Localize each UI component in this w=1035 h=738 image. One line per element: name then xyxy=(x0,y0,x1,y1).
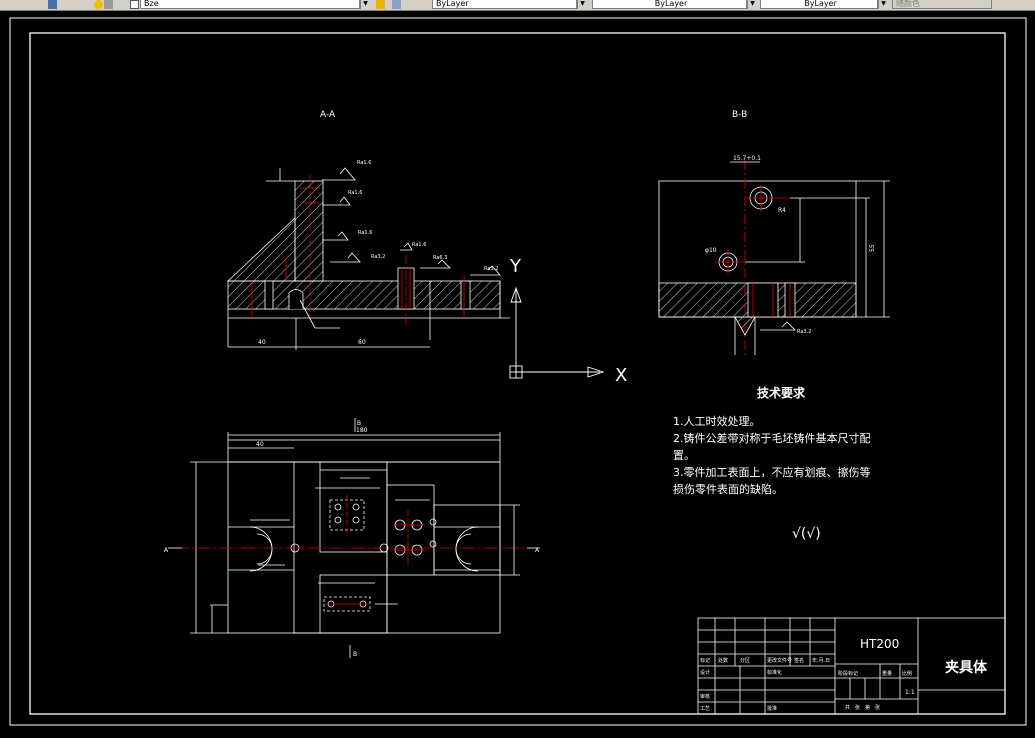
title-review: 审核 xyxy=(700,693,710,700)
layer-dropdown-value: Bze xyxy=(144,0,159,8)
material-text: HT200 xyxy=(860,637,899,651)
toolbar: Bze ▼ ByLayer ▼ ByLayer ▼ ByLayer ▼ 随颜色 xyxy=(0,0,1035,11)
color-dropdown[interactable]: ByLayer xyxy=(432,0,577,9)
title-ratio: 比例 xyxy=(902,670,912,677)
aa-roughness-5: Ra1.6 xyxy=(412,242,426,248)
bb-dim-hole: φ10 xyxy=(705,247,717,254)
chevron-down-icon[interactable]: ▼ xyxy=(577,0,587,9)
bb-dim-right: 55 xyxy=(869,244,876,252)
title-weight: 重量 xyxy=(882,670,892,677)
color-dropdown-value: ByLayer xyxy=(436,0,469,8)
plan-dim-top: 180 xyxy=(356,427,368,434)
ucs-x-label: X xyxy=(615,365,627,386)
plan-dim-top-left: 40 xyxy=(256,441,264,448)
tech-note-5: 损伤零件表面的缺陷。 xyxy=(673,482,783,496)
title-process: 工艺 xyxy=(700,706,710,712)
title-std: 标准化 xyxy=(767,669,782,676)
tech-note-1: 1.人工时效处理。 xyxy=(673,414,761,428)
plotstyle-dropdown[interactable]: 随颜色 xyxy=(892,0,992,9)
scale-text: 1:1 xyxy=(905,689,915,696)
layer-dropdown[interactable]: Bze xyxy=(140,0,360,9)
plan-view-mark-bottom: B xyxy=(353,651,357,658)
title-approve: 批准 xyxy=(767,705,777,712)
title-block: HT200 夹具体 1:1 标记 处数 分区 更改文件号 签名 年.月.日 设计… xyxy=(697,617,1006,715)
tech-note-4: 3.零件加工表面上，不应有划痕、擦伤等 xyxy=(673,465,871,479)
bb-dim-top: 15.7+0.1 xyxy=(733,155,761,162)
layer-state-icon[interactable] xyxy=(48,0,57,9)
plotstyle-dropdown-value: 随颜色 xyxy=(896,0,920,8)
roughness-symbol: √(√) xyxy=(792,526,821,542)
tech-note-3: 置。 xyxy=(673,449,695,462)
title-doc-no: 更改文件号 xyxy=(767,657,792,664)
sun-icon[interactable] xyxy=(94,0,103,9)
drawing-canvas[interactable]: A-A 40 60 Ra1.6 Ra1.6 Ra1.6 Ra3.2 Ra1.6 … xyxy=(0,11,1035,738)
plan-view-mark-top: B xyxy=(357,420,361,427)
section-aa-view: A-A 40 60 Ra1.6 Ra1.6 Ra1.6 Ra3.2 Ra1.6 … xyxy=(226,110,510,350)
tech-requirements: 技术要求 1.人工时效处理。 2.铸件公差带对称于毛坯铸件基本尺寸配 置。 3.… xyxy=(673,385,871,542)
title-zone: 分区 xyxy=(740,657,750,664)
lineweight-dropdown[interactable]: ByLayer xyxy=(760,0,878,9)
section-bb-label: B-B xyxy=(732,110,747,120)
make-current-icon[interactable] xyxy=(376,0,385,9)
title-sheets: 共 张 第 张 xyxy=(845,704,880,711)
bb-roughness: Ra3.2 xyxy=(797,329,811,335)
chevron-down-icon[interactable]: ▼ xyxy=(360,0,370,9)
aa-roughness-1: Ra1.6 xyxy=(357,160,371,166)
linetype-dropdown-value: ByLayer xyxy=(654,0,688,8)
title-design: 设计 xyxy=(700,669,710,676)
aa-roughness-4: Ra3.2 xyxy=(371,254,385,260)
ucs-icon: Y X xyxy=(509,256,627,386)
layer-previous-icon[interactable] xyxy=(392,0,401,9)
ucs-y-label: Y xyxy=(509,256,522,277)
bb-dim-r: R4 xyxy=(778,207,786,214)
tech-note-2: 2.铸件公差带对称于毛坯铸件基本尺寸配 xyxy=(673,431,871,445)
outer-frame xyxy=(9,17,1027,726)
chevron-down-icon[interactable]: ▼ xyxy=(747,0,757,9)
color-swatch-icon[interactable] xyxy=(130,0,139,9)
section-bb-view: B-B 15.7+0.1 55 φ10 R4 Ra3.2 xyxy=(658,110,890,355)
lock-icon[interactable] xyxy=(104,0,113,9)
tech-title: 技术要求 xyxy=(757,385,806,400)
lineweight-dropdown-value: ByLayer xyxy=(804,0,837,8)
aa-dim-mid: 60 xyxy=(358,339,366,346)
chevron-down-icon[interactable]: ▼ xyxy=(878,0,888,9)
section-aa-label: A-A xyxy=(320,110,336,120)
part-name-text: 夹具体 xyxy=(945,659,988,676)
title-sign: 签名 xyxy=(794,657,804,664)
aa-dim-left: 40 xyxy=(258,339,266,346)
title-date: 年.月.日 xyxy=(812,657,830,664)
title-mark: 标记 xyxy=(700,657,710,664)
title-count: 处数 xyxy=(718,657,728,664)
linetype-dropdown[interactable]: ByLayer xyxy=(592,0,747,9)
aa-roughness-2: Ra1.6 xyxy=(348,190,362,196)
aa-roughness-6: Ra6.3 xyxy=(433,255,447,261)
aa-roughness-7: Ra3.2 xyxy=(484,266,498,272)
aa-roughness-3: Ra1.6 xyxy=(358,230,372,236)
title-stage-mark: 阶段标记 xyxy=(838,670,858,677)
plan-view: 180 40 B B A A xyxy=(164,418,540,658)
inner-frame xyxy=(29,32,1006,715)
